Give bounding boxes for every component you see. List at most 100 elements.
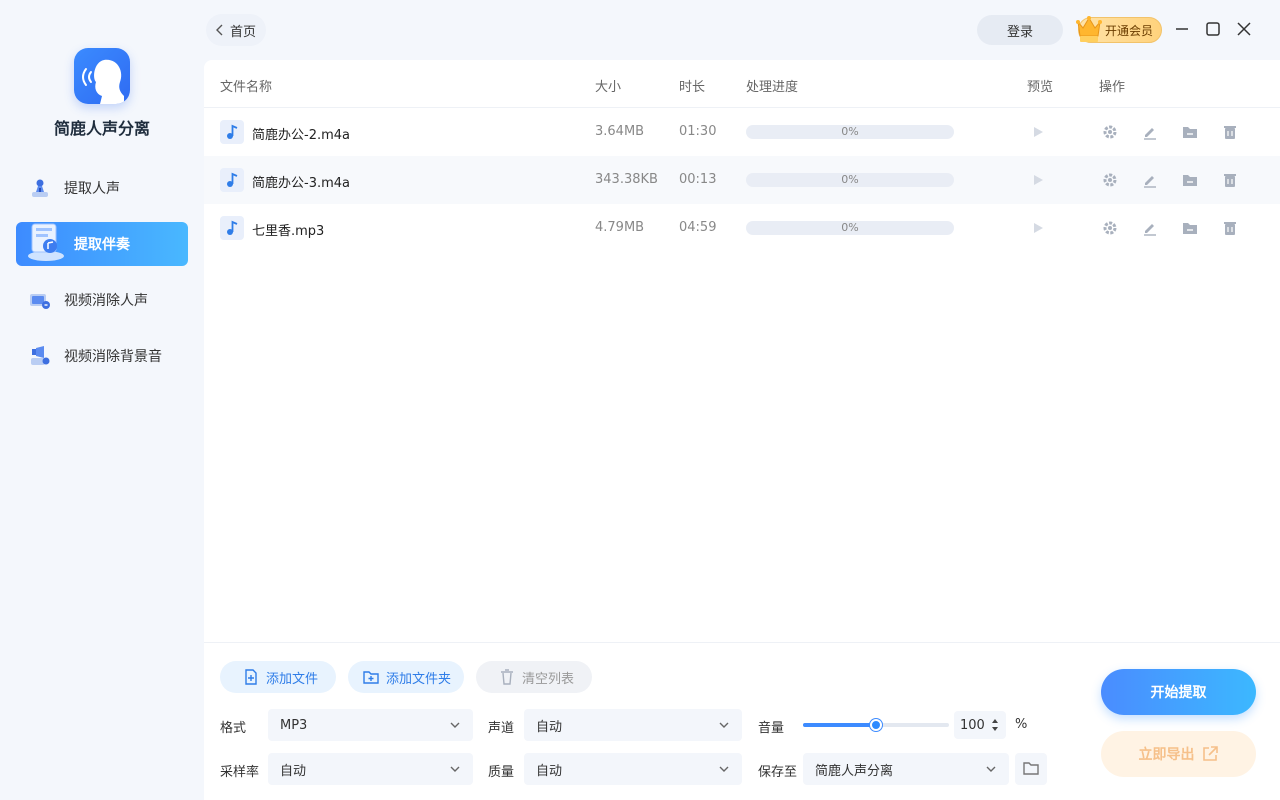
mic-person-icon	[32, 179, 48, 197]
table-header: 文件名称 大小 时长 处理进度 预览 操作	[204, 60, 1280, 108]
sidebar-item-label: 提取人声	[64, 181, 120, 197]
channel-value: 自动	[536, 719, 563, 735]
file-name: 七里香.mp3	[252, 224, 325, 239]
add-folder-icon	[363, 671, 379, 684]
add-folder-button[interactable]: 添加文件夹	[348, 661, 464, 693]
progress-bar: 0%	[746, 221, 954, 235]
samplerate-label: 采样率	[220, 765, 260, 780]
settings-icon[interactable]	[1101, 171, 1119, 189]
sidebar-item-extract-vocal[interactable]: 提取人声	[16, 166, 188, 210]
header-name: 文件名称	[220, 80, 273, 95]
header-preview: 预览	[1027, 80, 1054, 95]
vip-button[interactable]: 开通会员	[1076, 16, 1162, 43]
export-now-button[interactable]: 立即导出	[1101, 731, 1256, 777]
channel-label: 声道	[488, 721, 515, 736]
app-name: 简鹿人声分离	[53, 119, 150, 138]
delete-icon[interactable]	[1221, 171, 1239, 189]
file-duration: 04:59	[679, 220, 717, 235]
table-row[interactable]: 简鹿办公-3.m4a 343.38KB 00:13 0%	[204, 156, 1280, 204]
sidebar-item-label: 提取伴奏	[74, 237, 130, 253]
sidebar-item-extract-accompaniment[interactable]: 提取伴奏	[16, 222, 188, 266]
play-icon[interactable]	[1029, 171, 1047, 189]
folder-icon[interactable]	[1181, 171, 1199, 189]
volume-unit: %	[1015, 717, 1028, 732]
folder-open-icon	[1023, 761, 1039, 775]
export-label: 立即导出	[1138, 746, 1195, 762]
add-folder-label: 添加文件夹	[386, 670, 452, 686]
add-file-label: 添加文件	[266, 670, 319, 686]
progress-bar: 0%	[746, 173, 954, 187]
delete-icon[interactable]	[1221, 123, 1239, 141]
accompaniment-icon	[28, 223, 64, 261]
close-icon[interactable]	[1235, 20, 1253, 38]
play-icon[interactable]	[1029, 123, 1047, 141]
file-size: 343.38KB	[595, 172, 658, 187]
clear-list-button[interactable]: 清空列表	[476, 661, 592, 693]
edit-icon[interactable]	[1141, 171, 1159, 189]
sidebar-item-label: 视频消除背景音	[64, 349, 162, 365]
browse-folder-button[interactable]	[1015, 753, 1047, 785]
edit-icon[interactable]	[1141, 123, 1159, 141]
bottom-controls: 添加文件 添加文件夹 清空列表 格式 MP3 声道 自动 音量 100 % 采样…	[204, 642, 1280, 800]
samplerate-select[interactable]: 自动	[268, 753, 473, 785]
add-file-icon	[245, 669, 257, 685]
vip-label: 开通会员	[1105, 23, 1154, 38]
table-row[interactable]: 七里香.mp3 4.79MB 04:59 0%	[204, 204, 1280, 252]
add-file-button[interactable]: 添加文件	[220, 661, 336, 693]
samplerate-value: 自动	[280, 763, 307, 779]
save-to-value: 简鹿人声分离	[815, 763, 894, 779]
file-name: 简鹿办公-3.m4a	[252, 176, 350, 191]
file-size: 4.79MB	[595, 220, 645, 235]
sidebar-nav: 提取人声 提取伴奏 视频消除人声 视频消除背景音	[16, 166, 188, 390]
format-select[interactable]: MP3	[268, 709, 473, 741]
sidebar-item-video-remove-vocal[interactable]: 视频消除人声	[16, 278, 188, 322]
save-to-label: 保存至	[758, 765, 798, 780]
file-duration: 00:13	[679, 172, 717, 187]
back-home-button[interactable]: 首页	[206, 14, 266, 46]
volume-value: 100	[960, 717, 985, 733]
app-logo	[74, 48, 130, 104]
format-value: MP3	[280, 717, 308, 733]
play-icon[interactable]	[1029, 219, 1047, 237]
spinner-arrows-icon[interactable]	[990, 715, 1000, 735]
external-link-icon	[1202, 746, 1218, 761]
save-to-select[interactable]: 简鹿人声分离	[803, 753, 1009, 785]
back-label: 首页	[230, 24, 257, 40]
header-size: 大小	[595, 80, 622, 95]
file-name: 简鹿办公-2.m4a	[252, 128, 350, 143]
format-label: 格式	[220, 721, 247, 736]
quality-select[interactable]: 自动	[524, 753, 742, 785]
music-file-icon	[220, 168, 244, 192]
quality-value: 自动	[536, 763, 563, 779]
clear-list-label: 清空列表	[522, 670, 575, 686]
delete-icon[interactable]	[1221, 219, 1239, 237]
sidebar-item-label: 视频消除人声	[64, 293, 148, 309]
progress-bar: 0%	[746, 125, 954, 139]
volume-label: 音量	[758, 721, 785, 736]
sidebar-item-video-remove-bg[interactable]: 视频消除背景音	[16, 334, 188, 378]
volume-slider[interactable]	[803, 719, 949, 731]
edit-icon[interactable]	[1141, 219, 1159, 237]
video-voice-icon	[30, 294, 50, 309]
maximize-icon[interactable]	[1204, 20, 1222, 38]
start-extract-button[interactable]: 开始提取	[1101, 669, 1256, 715]
channel-select[interactable]: 自动	[524, 709, 742, 741]
chevron-down-icon	[986, 766, 996, 772]
folder-icon[interactable]	[1181, 123, 1199, 141]
chevron-down-icon	[450, 766, 460, 772]
settings-icon[interactable]	[1101, 219, 1119, 237]
volume-slider-handle[interactable]	[870, 719, 882, 731]
table-row[interactable]: 简鹿办公-2.m4a 3.64MB 01:30 0%	[204, 108, 1280, 156]
quality-label: 质量	[488, 765, 515, 780]
file-list-panel: 文件名称 大小 时长 处理进度 预览 操作 简鹿办公-2.m4a 3.64MB …	[204, 60, 1280, 800]
settings-icon[interactable]	[1101, 123, 1119, 141]
minimize-icon[interactable]	[1173, 20, 1191, 38]
login-button[interactable]: 登录	[977, 15, 1063, 45]
music-file-icon	[220, 216, 244, 240]
chevron-down-icon	[719, 722, 729, 728]
chevron-down-icon	[719, 766, 729, 772]
folder-icon[interactable]	[1181, 219, 1199, 237]
trash-icon	[501, 669, 513, 685]
header-duration: 时长	[679, 80, 706, 95]
volume-stepper[interactable]: 100	[954, 711, 1006, 739]
